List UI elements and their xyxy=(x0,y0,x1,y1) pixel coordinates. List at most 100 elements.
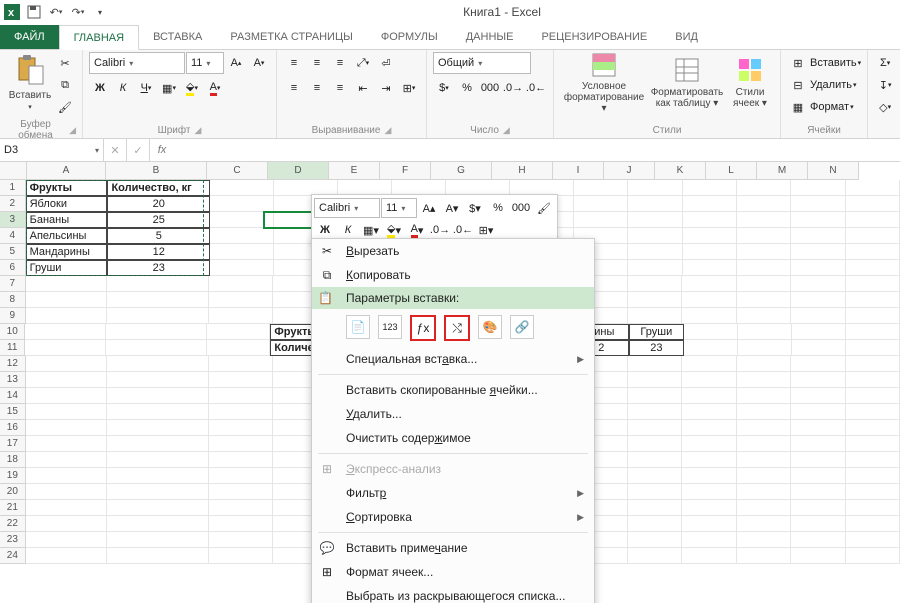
cell[interactable] xyxy=(210,180,274,196)
cell[interactable] xyxy=(737,484,791,500)
mini-bold-button[interactable]: Ж xyxy=(315,220,335,240)
cell[interactable] xyxy=(107,516,209,532)
cell[interactable] xyxy=(791,180,845,196)
cell[interactable] xyxy=(209,532,273,548)
row-header[interactable]: 16 xyxy=(0,420,26,436)
undo-icon[interactable]: ↶▾ xyxy=(48,4,64,20)
cell[interactable] xyxy=(846,356,900,372)
row-header[interactable]: 20 xyxy=(0,484,26,500)
cell[interactable] xyxy=(791,356,845,372)
cell[interactable] xyxy=(737,372,791,388)
cell[interactable] xyxy=(25,324,105,340)
row-header[interactable]: 22 xyxy=(0,516,26,532)
menu-delete[interactable]: Удалить... xyxy=(312,402,594,426)
italic-button[interactable]: К xyxy=(113,78,133,98)
cell[interactable] xyxy=(846,372,900,388)
cell[interactable] xyxy=(846,196,900,212)
cell[interactable] xyxy=(846,324,900,340)
cell[interactable] xyxy=(107,436,209,452)
row-header[interactable]: 21 xyxy=(0,500,26,516)
cell[interactable]: 20 xyxy=(107,196,210,212)
cell[interactable]: 12 xyxy=(107,244,210,260)
cell[interactable] xyxy=(846,452,900,468)
increase-decimal-icon[interactable]: .0→ xyxy=(503,78,523,98)
cell[interactable] xyxy=(737,516,791,532)
cell[interactable] xyxy=(628,388,682,404)
cell[interactable] xyxy=(628,372,682,388)
column-header[interactable]: L xyxy=(706,162,757,180)
cell[interactable] xyxy=(107,532,209,548)
cell[interactable] xyxy=(628,244,682,260)
align-bottom-icon[interactable]: ≡ xyxy=(330,53,350,73)
cell[interactable] xyxy=(26,372,107,388)
cell[interactable] xyxy=(209,308,273,324)
row-header[interactable]: 23 xyxy=(0,532,26,548)
mini-shrink-font-icon[interactable]: A▾ xyxy=(442,198,462,218)
cell[interactable] xyxy=(209,484,273,500)
cell[interactable] xyxy=(682,276,736,292)
decrease-font-icon[interactable]: A▾ xyxy=(249,53,269,73)
cell[interactable] xyxy=(26,500,107,516)
comma-icon[interactable]: 000 xyxy=(480,78,500,98)
column-header[interactable]: A xyxy=(27,162,106,180)
mini-italic-button[interactable]: К xyxy=(338,220,358,240)
cell[interactable] xyxy=(791,308,845,324)
row-header[interactable]: 11 xyxy=(0,340,25,356)
cell[interactable] xyxy=(682,404,736,420)
tab-page-layout[interactable]: РАЗМЕТКА СТРАНИЦЫ xyxy=(216,25,366,49)
cell[interactable] xyxy=(737,436,791,452)
cell[interactable] xyxy=(791,516,845,532)
cell[interactable] xyxy=(209,500,273,516)
cell[interactable] xyxy=(26,532,107,548)
cell[interactable] xyxy=(737,420,791,436)
fill-icon[interactable]: ↧▾ xyxy=(875,75,895,95)
cell[interactable] xyxy=(628,436,682,452)
tab-insert[interactable]: ВСТАВКА xyxy=(139,25,216,49)
row-header[interactable]: 2 xyxy=(0,196,26,212)
column-header[interactable]: G xyxy=(431,162,492,180)
paste-link-icon[interactable]: 🔗 xyxy=(510,315,534,339)
cell[interactable] xyxy=(791,404,845,420)
border-button[interactable]: ▦▾ xyxy=(159,78,179,98)
redo-icon[interactable]: ↷▾ xyxy=(70,4,86,20)
mini-percent-icon[interactable]: % xyxy=(488,198,508,218)
cell[interactable] xyxy=(107,468,209,484)
cell[interactable] xyxy=(791,452,845,468)
font-color-button[interactable]: A▾ xyxy=(205,78,225,98)
cell[interactable] xyxy=(682,500,736,516)
align-middle-icon[interactable]: ≡ xyxy=(307,53,327,73)
dialog-launcher-icon[interactable]: ◢ xyxy=(384,125,391,136)
font-size-combo[interactable]: 11▾ xyxy=(186,52,224,74)
cell[interactable] xyxy=(737,260,791,276)
cell[interactable] xyxy=(107,356,209,372)
column-header[interactable]: H xyxy=(492,162,553,180)
menu-cut[interactable]: ✂Вырезать xyxy=(312,239,594,263)
cell[interactable] xyxy=(209,404,273,420)
cell[interactable] xyxy=(628,532,682,548)
cell[interactable] xyxy=(209,372,273,388)
cell[interactable] xyxy=(107,404,209,420)
cell[interactable] xyxy=(628,484,682,500)
paste-formatting-icon[interactable]: 🎨 xyxy=(478,315,502,339)
dialog-launcher-icon[interactable]: ◢ xyxy=(503,125,510,136)
name-box[interactable]: D3▾ xyxy=(0,139,104,161)
cell[interactable] xyxy=(683,228,737,244)
cell[interactable] xyxy=(846,276,900,292)
cell[interactable]: 5 xyxy=(107,228,210,244)
row-header[interactable]: 13 xyxy=(0,372,26,388)
mini-dec-decimal-icon[interactable]: .0← xyxy=(453,220,473,240)
cell[interactable] xyxy=(682,484,736,500)
cell[interactable] xyxy=(791,532,845,548)
cell[interactable] xyxy=(791,244,845,260)
row-header[interactable]: 5 xyxy=(0,244,26,260)
increase-font-icon[interactable]: A▴ xyxy=(226,53,246,73)
cell[interactable] xyxy=(682,436,736,452)
cell[interactable]: 23 xyxy=(629,340,684,356)
cell[interactable] xyxy=(846,180,900,196)
cell[interactable]: Бананы xyxy=(26,212,108,228)
bold-button[interactable]: Ж xyxy=(90,78,110,98)
row-header[interactable]: 15 xyxy=(0,404,26,420)
cell[interactable] xyxy=(791,260,845,276)
save-icon[interactable] xyxy=(26,4,42,20)
copy-icon[interactable]: ⧉ xyxy=(55,75,75,95)
